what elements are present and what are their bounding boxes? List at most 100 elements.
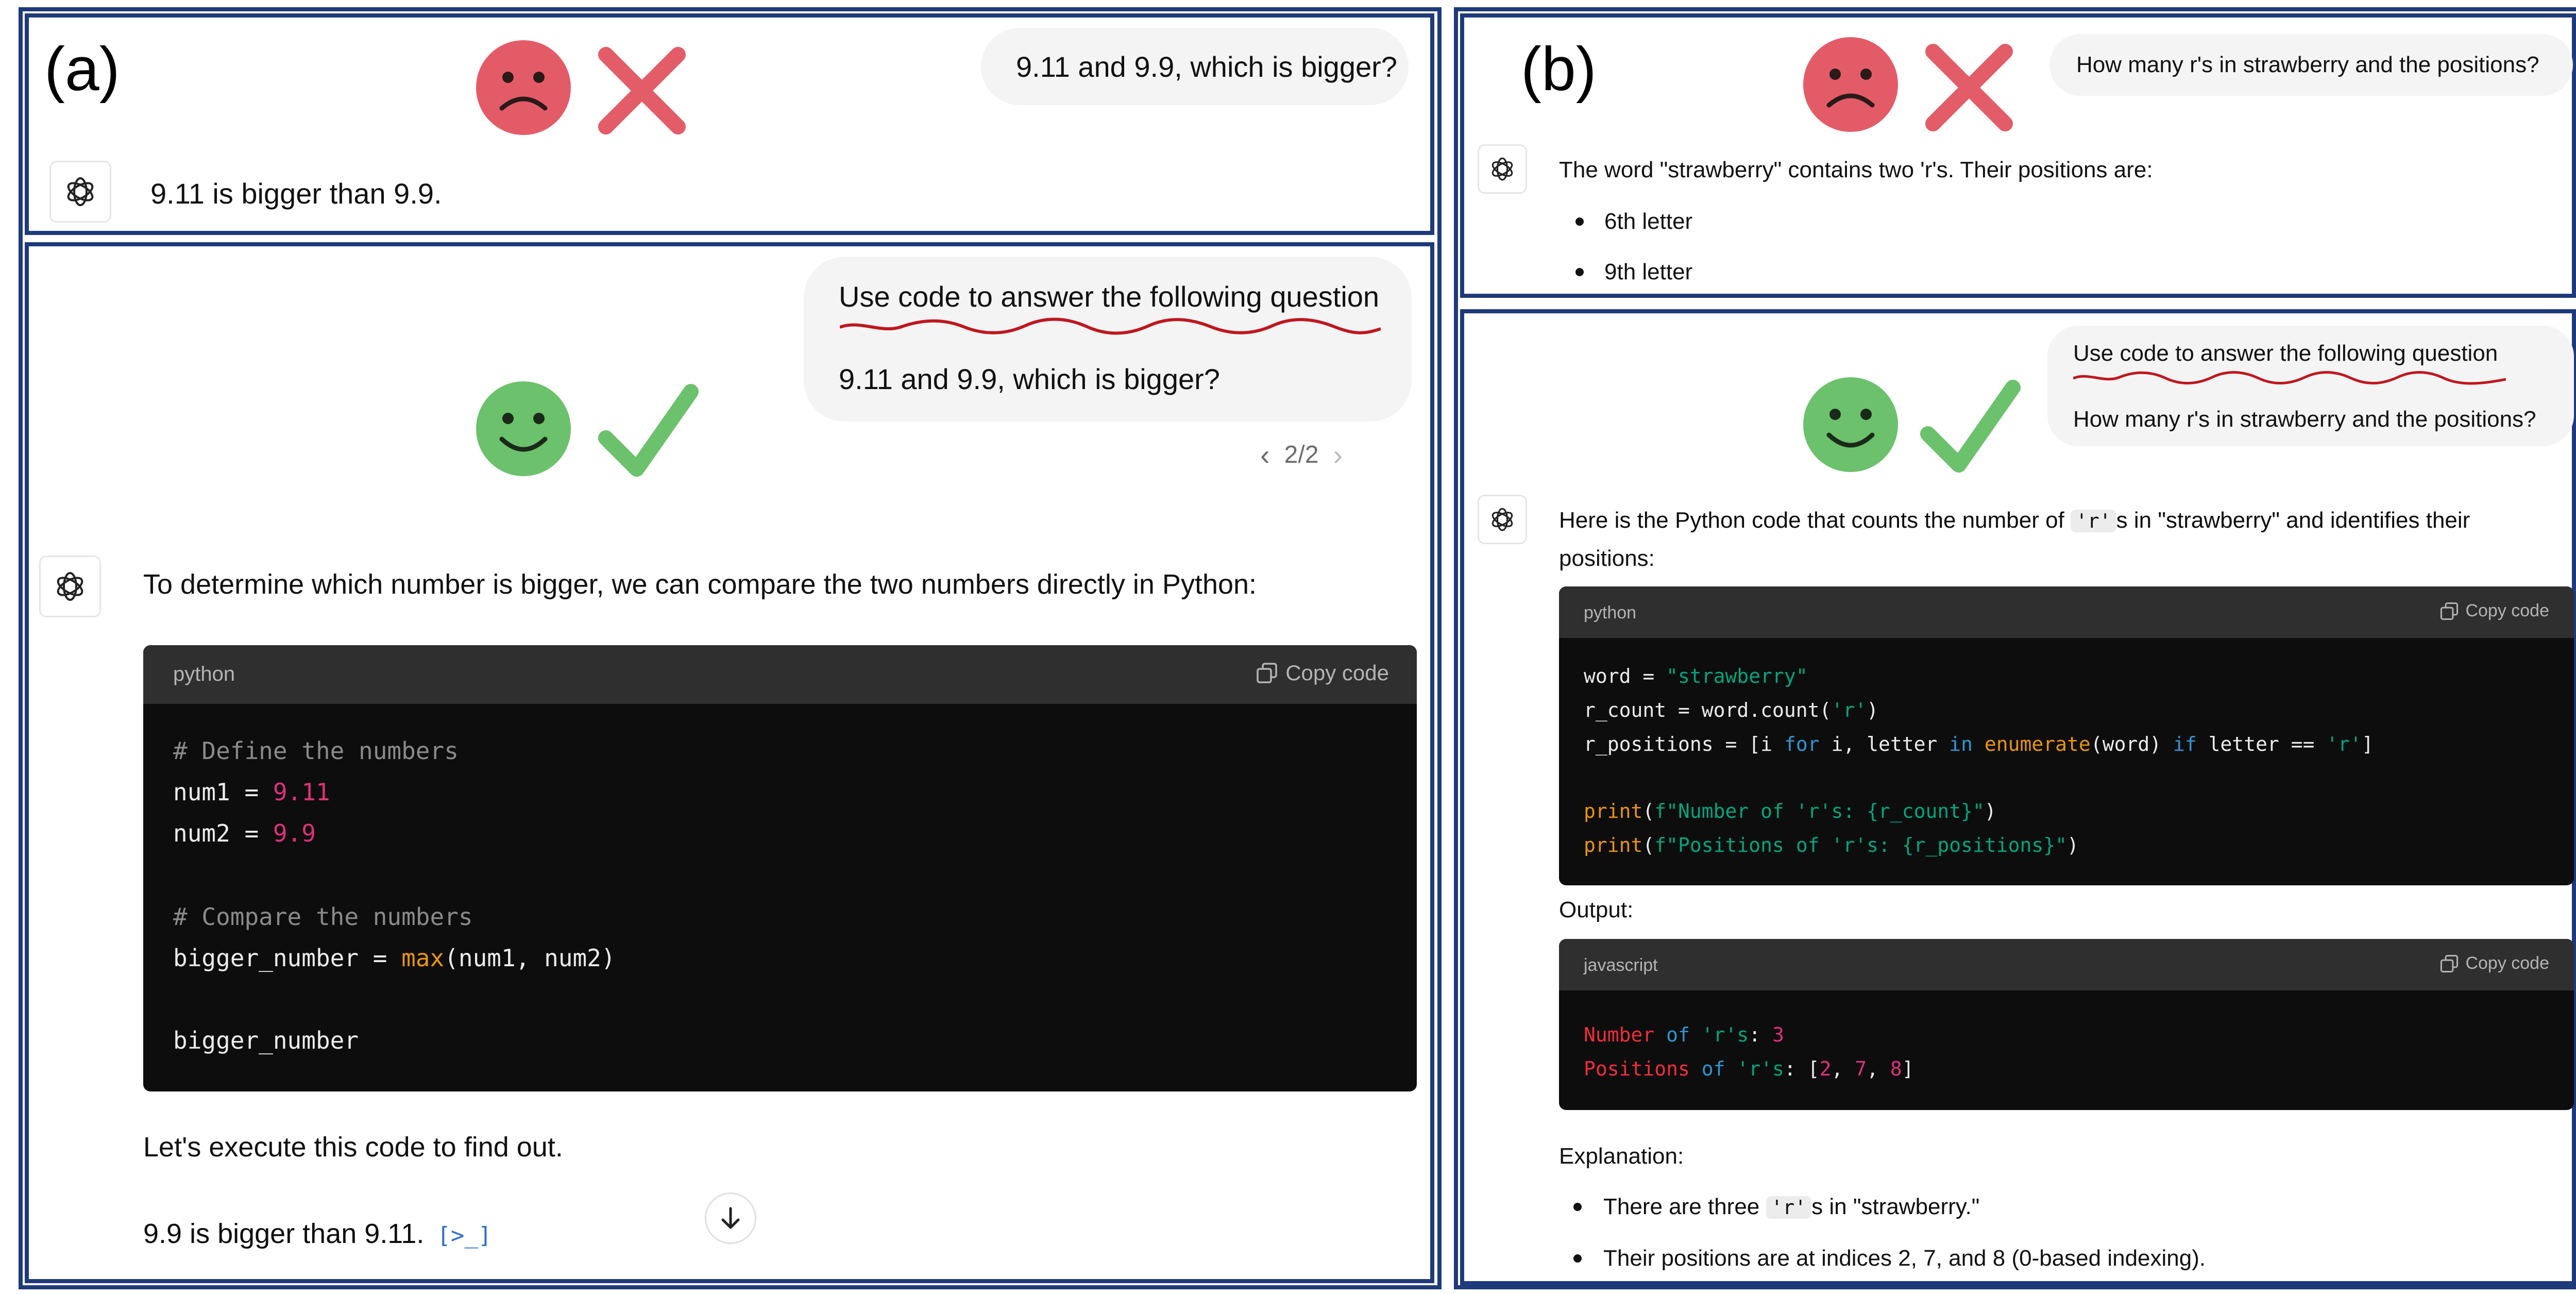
chatgpt-logo <box>1478 144 1527 194</box>
list-item-text: s in "strawberry." <box>1811 1194 1980 1219</box>
code-language: python <box>173 663 235 685</box>
assistant-intro: Here is the Python code that counts the … <box>1559 507 2470 534</box>
copy-code-button[interactable]: Copy code <box>2439 953 2549 973</box>
inline-code: 'r' <box>1766 1196 1812 1219</box>
chevron-left-icon[interactable]: ‹ <box>1260 438 1270 472</box>
assistant-intro: To determine which number is bigger, we … <box>143 569 1257 600</box>
code-token: ) <box>2067 834 2079 856</box>
code-line: r_positions = [i for i, letter in enumer… <box>1584 733 2374 755</box>
explanation-label: Explanation: <box>1559 1144 1684 1169</box>
code-token: bigger_number = <box>173 944 402 972</box>
code-string: 'r' <box>2326 733 2362 755</box>
red-underline-squiggle <box>840 317 1381 335</box>
code-line: num1 = 9.11 <box>173 778 330 806</box>
code-token: ( <box>1642 834 1655 856</box>
prompt-line-2: 9.11 and 9.9, which is bigger? <box>839 363 1220 395</box>
code-token: Positions <box>1584 1057 1690 1080</box>
code-keyword: of <box>1654 1023 1702 1046</box>
code-block-header: python Copy code <box>1559 586 2574 638</box>
list-item: Their positions are at indices 2, 7, and… <box>1603 1246 2206 1271</box>
code-token: (word) <box>2090 733 2173 755</box>
code-number: 3 <box>1772 1023 1784 1046</box>
user-question-bubble: 9.11 and 9.9, which is bigger? <box>981 28 1409 105</box>
code-string: 'r's <box>1701 1023 1749 1046</box>
code-token: ) <box>1984 800 1996 822</box>
panel-b-label: (b) <box>1521 35 1597 104</box>
user-question-text: How many r's in strawberry and the posit… <box>2076 52 2539 77</box>
result-line: 9.9 is bigger than 9.11. [>_] <box>143 1217 492 1252</box>
code-line: r_count = word.count('r') <box>1584 699 1878 721</box>
code-token: r_positions = [i <box>1584 733 1784 755</box>
code-token: ] <box>2362 733 2374 755</box>
code-line: Positions of 'r's: [2, 7, 8] <box>1584 1057 1914 1080</box>
list-item: 9th letter <box>1604 259 1693 284</box>
code-function: max <box>401 944 445 972</box>
code-keyword: if <box>2173 733 2197 755</box>
code-number: 9.9 <box>273 819 316 847</box>
code-number: 2 <box>1819 1057 1832 1080</box>
code-comment: # Compare the numbers <box>173 903 473 931</box>
response-pager: ‹ 2/2 › <box>1260 438 1343 472</box>
code-keyword: for <box>1784 733 1820 755</box>
code-language: javascript <box>1584 955 1658 975</box>
list-item: 6th letter <box>1604 209 1693 234</box>
chevron-right-icon[interactable]: › <box>1333 438 1343 472</box>
list-item-text: There are three <box>1603 1194 1766 1219</box>
code-line: num2 = 9.9 <box>173 819 316 847</box>
user-question-bubble: How many r's in strawberry and the posit… <box>2049 34 2573 96</box>
code-string: f"Positions of 'r's: {r_positions}" <box>1654 834 2067 856</box>
bullet-dot <box>1573 1203 1582 1211</box>
copy-code-button[interactable]: Copy code <box>2439 601 2549 621</box>
copy-code-button[interactable]: Copy code <box>1256 661 1389 685</box>
code-token: (num1, num2) <box>444 944 616 972</box>
happy-face-icon <box>1803 377 1898 472</box>
copy-code-label: Copy code <box>1285 661 1389 685</box>
code-token: : [ <box>1784 1057 1820 1080</box>
panel-a-wrong-chat: (a) 9.11 and 9.9, which is bigger? 9.11 … <box>25 13 1434 235</box>
copy-code-label: Copy code <box>2465 601 2549 620</box>
code-line: print(f"Positions of 'r's: {r_positions}… <box>1584 834 2079 856</box>
output-block: javascript Copy code Number of 'r's: 3 P… <box>1559 939 2574 1110</box>
code-token: , <box>1867 1057 1890 1080</box>
user-prompt-bubble: Use code to answer the following questio… <box>804 257 1412 422</box>
code-line: bigger_number <box>173 1027 359 1054</box>
code-string: 'r' <box>1831 699 1867 721</box>
inline-code: 'r' <box>2071 510 2116 532</box>
code-token: ( <box>1642 800 1655 822</box>
copy-code-label: Copy code <box>2465 953 2549 973</box>
code-number: 8 <box>1890 1057 1902 1080</box>
scroll-down-button[interactable] <box>705 1192 756 1244</box>
code-token: ) <box>1867 699 1878 721</box>
code-language: python <box>1584 603 1637 623</box>
user-prompt-bubble: Use code to answer the following questio… <box>2047 326 2574 446</box>
execute-text: Let's execute this code to find out. <box>143 1132 563 1163</box>
code-number: 7 <box>1855 1057 1867 1080</box>
code-token: bigger_number <box>173 1027 359 1054</box>
code-line: # Compare the numbers <box>173 903 473 931</box>
chatgpt-icon <box>1492 508 1513 531</box>
check-mark-icon <box>598 384 699 477</box>
code-token: , <box>1831 1057 1855 1080</box>
code-function: print <box>1584 834 1643 856</box>
intro-text: s in "strawberry" and identifies their <box>2116 508 2470 533</box>
copy-icon <box>2441 602 2459 620</box>
pager-text: 2/2 <box>1284 441 1319 468</box>
code-block: python Copy code # Define the numbers nu… <box>143 645 1417 1091</box>
code-token: num1 = <box>173 778 273 806</box>
code-function: print <box>1584 800 1643 822</box>
sad-face-icon <box>476 40 571 135</box>
code-line: word = "strawberry" <box>1584 665 1808 687</box>
code-keyword: of <box>1689 1057 1737 1080</box>
happy-face-icon <box>476 381 571 476</box>
code-string: "strawberry" <box>1666 665 1808 687</box>
code-line: bigger_number = max(num1, num2) <box>173 944 616 972</box>
code-interpreter-badge[interactable]: [>_] <box>437 1222 492 1249</box>
code-string: 'r's <box>1737 1057 1784 1080</box>
assistant-answer: The word "strawberry" contains two 'r's.… <box>1559 157 2153 182</box>
intro-text: Here is the Python code that counts the … <box>1559 508 2071 533</box>
code-block-header: javascript Copy code <box>1559 939 2574 990</box>
chatgpt-icon <box>67 177 94 206</box>
code-number: 9.11 <box>273 778 330 806</box>
chatgpt-logo <box>1478 495 1527 544</box>
panel-a-correct-chat: Use code to answer the following questio… <box>25 242 1434 1283</box>
